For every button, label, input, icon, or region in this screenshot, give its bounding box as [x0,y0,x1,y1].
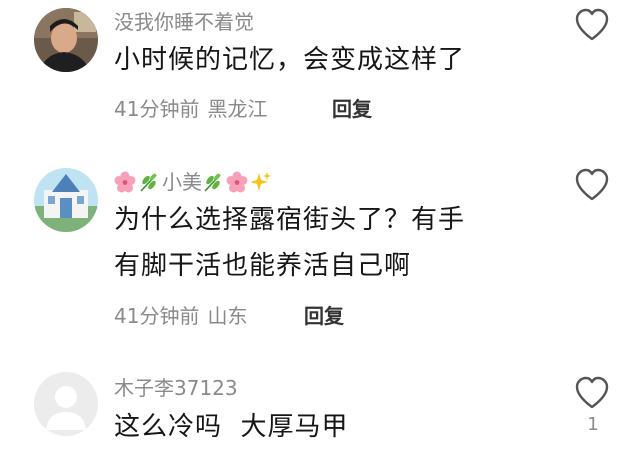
comment-text: 为什么选择露宿街头了？有手 [114,205,466,235]
reply-button[interactable]: 回复 [332,96,372,122]
heart-icon[interactable] [574,8,610,42]
comment-location: 黑龙江 [207,97,268,121]
heart-icon[interactable] [574,376,610,410]
comment-time: 41分钟前 [114,97,200,121]
comment-text: 有脚干活也能养活自己啊 [114,251,412,281]
comment-text: 这么冷吗 大厚马甲 [114,412,349,442]
avatar[interactable] [34,168,98,232]
comment-location: 山东 [207,304,248,328]
reply-button[interactable]: 回复 [304,303,344,329]
username-text: 小美 [162,170,202,194]
comment-text: 小时候的记忆，会变成这样了 [114,45,466,75]
like-count: 1 [587,414,599,435]
comment-time: 41分钟前 [114,304,200,328]
avatar[interactable] [34,372,98,436]
comment-username[interactable]: 没我你睡不着觉 [114,10,254,34]
sparkles-icon [250,172,271,191]
cherry-blossom-icon [114,171,136,193]
herb-icon [204,173,221,192]
herb-icon [140,173,157,192]
comment-meta: 41分钟前 山东 [114,303,247,329]
comment-item: 小美 为什么选择露宿街头了？有手 有脚干活也能养活自己啊 41分钟前 山东 回复 [0,150,640,350]
avatar[interactable] [34,8,98,72]
comment-list: 没我你睡不着觉 小时候的记忆，会变成这样了 41分钟前 黑龙江 回复 小美 为什… [0,0,640,460]
cherry-blossom-icon [226,171,248,193]
comment-username[interactable]: 木子李37123 [114,376,238,400]
comment-meta: 41分钟前 黑龙江 [114,96,267,122]
comment-item: 木子李37123 这么冷吗 大厚马甲 1 [0,350,640,460]
heart-icon[interactable] [574,168,610,202]
comment-username[interactable]: 小美 [114,170,274,194]
comment-item: 没我你睡不着觉 小时候的记忆，会变成这样了 41分钟前 黑龙江 回复 [0,0,640,150]
